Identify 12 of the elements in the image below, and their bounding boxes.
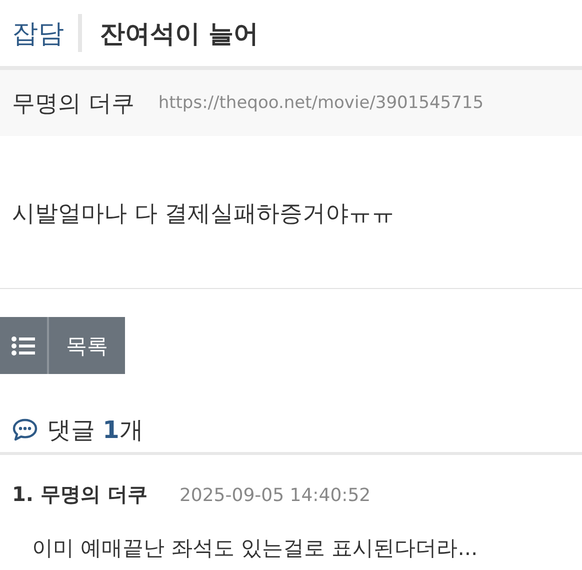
comment-text: 이미 예매끝난 좌석도 있는걸로 표시된다더라...	[32, 535, 479, 562]
comment-time: 2025-09-05 14:40:52	[179, 485, 371, 506]
comments-heading: 댓글 1개	[47, 415, 144, 446]
list-button[interactable]: 목록	[0, 317, 125, 374]
comment-author: 1. 무명의 더쿠	[12, 481, 148, 508]
list-icon	[11, 336, 35, 356]
post-url[interactable]: https://theqoo.net/movie/3901545715	[158, 93, 484, 113]
post-title: 잔여석이 늘어	[100, 18, 259, 50]
comment-icon	[12, 418, 38, 442]
post-body: 시발얼마나 다 결제실패하증거야ㅠㅠ	[0, 136, 582, 289]
author-name: 무명의 더쿠	[12, 90, 134, 118]
category-label[interactable]: 잡담	[12, 16, 64, 50]
